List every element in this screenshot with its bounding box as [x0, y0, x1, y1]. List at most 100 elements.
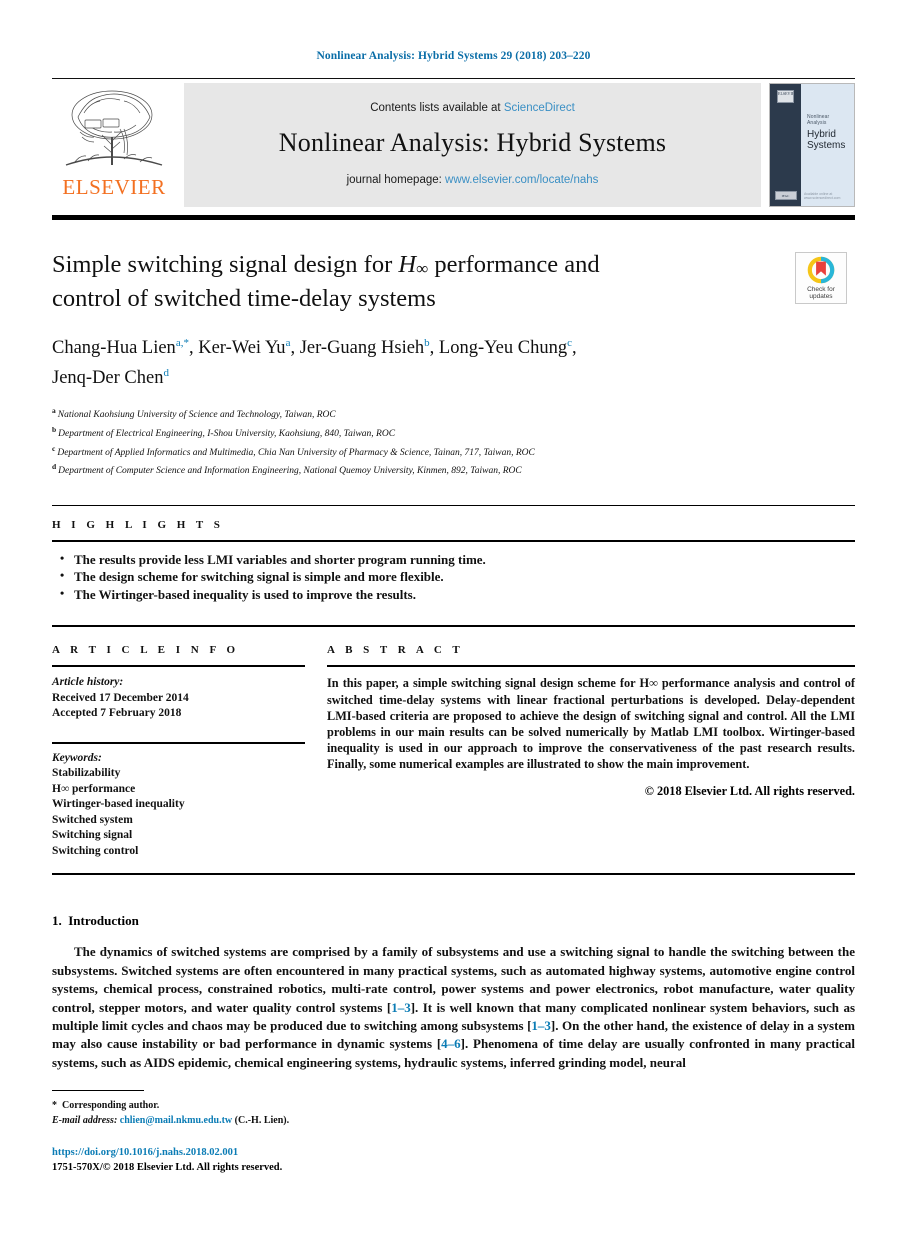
article-history-label: Article history: [52, 676, 124, 689]
keyword-item: H∞ performance [52, 782, 136, 795]
abstract-copyright: © 2018 Elsevier Ltd. All rights reserved… [644, 783, 855, 798]
elsevier-wordmark: ELSEVIER [62, 175, 166, 199]
list-item: The results provide less LMI variables a… [60, 550, 855, 569]
keyword-item: Wirtinger-based inequality [52, 798, 185, 811]
author-list: Chang-Hua Liena,*, Ker-Wei Yua, Jer-Guan… [52, 331, 783, 391]
article-info-heading: A R T I C L E I N F O [52, 644, 240, 657]
page-footer: https://doi.org/10.1016/j.nahs.2018.02.0… [52, 1146, 282, 1175]
affiliation-mark: d [52, 462, 57, 472]
cover-title: Hybrid Systems [807, 129, 849, 151]
highlights-list: The results provide less LMI variables a… [52, 550, 855, 604]
introduction-section: 1. Introduction The dynamics of switched… [52, 913, 855, 1072]
affiliation-item: d Department of Computer Science and Info… [52, 460, 783, 479]
abstract-heading: A B S T R A C T [327, 644, 464, 657]
cover-ifac-logo: IFAC [774, 191, 797, 200]
author-affiliation-marks[interactable]: a,* [176, 337, 189, 349]
cover-subtitle: Nonlinear Analysis [807, 114, 830, 126]
check-for-updates-button[interactable]: Check for updates [795, 252, 847, 304]
article-info-rule [52, 665, 305, 668]
cover-spine: ELSEVIER IFAC [770, 84, 801, 206]
corresponding-author-text: Corresponding author. [62, 1100, 160, 1112]
title-part-2: performance and [428, 251, 600, 278]
keyword-item: Switching signal [52, 829, 133, 842]
title-math-h: H [398, 251, 417, 278]
doi-link[interactable]: https://doi.org/10.1016/j.nahs.2018.02.0… [52, 1146, 282, 1161]
footnote-star: * [52, 1100, 57, 1112]
title-column: Simple switching signal design for H∞ pe… [52, 250, 795, 479]
author-item[interactable]: Ker-Wei Yua [198, 337, 290, 359]
affiliation-mark: c [52, 443, 56, 453]
keywords-label: Keywords: [52, 751, 102, 764]
article-info-column: A R T I C L E I N F O Article history: R… [52, 631, 327, 859]
reference-link[interactable]: 1–3 [391, 1000, 411, 1015]
homepage-prefix: journal homepage: [346, 174, 446, 186]
email-label: E-mail address: [52, 1115, 118, 1127]
abstract-rule [327, 665, 855, 668]
list-item: The Wirtinger-based inequality is used t… [60, 585, 855, 604]
email-link[interactable]: chlien@mail.nkmu.edu.tw [120, 1115, 232, 1126]
author-name: Long-Yeu Chung [438, 338, 568, 359]
highlights-top-rule [52, 504, 855, 506]
author-separator: , [188, 338, 199, 359]
article-history-block: Article history: Received 17 December 20… [52, 675, 305, 722]
author-item[interactable]: Jenq-Der Chend [52, 367, 169, 389]
running-head: Nonlinear Analysis: Hybrid Systems 29 (2… [316, 50, 591, 62]
info-abstract-top-rule [52, 625, 855, 628]
affiliation-text: Department of Computer Science and Infor… [58, 466, 522, 477]
keywords-block: Keywords: Stabilizability H∞ performance… [52, 741, 305, 860]
author-name: Chang-Hua Lien [52, 338, 176, 359]
footnote-rule [52, 1090, 144, 1092]
author-separator: , [571, 338, 577, 359]
cover-face: Nonlinear Analysis Hybrid Systems [801, 84, 854, 206]
affiliation-text: National Kaohsiung University of Science… [57, 410, 336, 421]
author-separator: , [429, 338, 439, 359]
author-affiliation-marks[interactable]: d [163, 367, 169, 379]
affiliation-list: a National Kaohsiung University of Scienc… [52, 404, 783, 479]
keywords-top-rule [52, 741, 305, 744]
author-name: Ker-Wei Yu [198, 338, 286, 359]
author-name: Jer-Guang Hsieh [299, 338, 425, 359]
crossmark-column: Check for updates [795, 250, 855, 479]
author-name: Jenq-Der Chen [52, 368, 164, 389]
info-abstract-bottom-rule [52, 873, 855, 876]
title-part-1: Simple switching signal design for [52, 251, 399, 278]
highlights-section: H I G H L I G H T S The results provide … [52, 504, 855, 604]
corresponding-author-note: * Corresponding author. [52, 1098, 855, 1113]
cover-title-line1: Hybrid [807, 129, 836, 140]
contents-prefix: Contents lists available at [370, 102, 504, 114]
affiliation-text: Department of Electrical Engineering, I-… [58, 429, 396, 440]
sciencedirect-link[interactable]: ScienceDirect [504, 102, 575, 114]
article-history-accepted: Accepted 7 February 2018 [52, 707, 182, 720]
keyword-item: Switching control [52, 844, 139, 857]
section-heading-introduction: 1. Introduction [52, 913, 855, 929]
affiliation-mark: a [52, 406, 56, 416]
journal-band: Contents lists available at ScienceDirec… [184, 83, 761, 207]
introduction-paragraph: The dynamics of switched systems are com… [52, 943, 855, 1072]
journal-homepage-link[interactable]: www.elsevier.com/locate/nahs [445, 174, 598, 186]
journal-masthead: ELSEVIER Contents lists available at Sci… [52, 78, 855, 207]
crossmark-label-line1: Check for [807, 285, 835, 293]
list-item: The design scheme for switching signal i… [60, 567, 855, 586]
abstract-text: In this paper, a simple switching signal… [327, 676, 855, 772]
masthead-bottom-rule [52, 215, 855, 220]
author-item[interactable]: Long-Yeu Chungc [438, 337, 572, 359]
crossmark-label-line2: updates [809, 293, 833, 300]
highlights-heading: H I G H L I G H T S [52, 518, 224, 531]
footnote-block: * Corresponding author. E-mail address: c… [52, 1090, 855, 1128]
section-number: 1. [52, 913, 62, 929]
reference-link[interactable]: 4–6 [441, 1036, 461, 1051]
title-line-2: control of switched time-delay systems [52, 285, 436, 312]
author-item[interactable]: Chang-Hua Liena,* [52, 337, 189, 359]
reference-link[interactable]: 1–3 [531, 1018, 551, 1033]
journal-title: Nonlinear Analysis: Hybrid Systems [278, 128, 667, 157]
author-item[interactable]: Jer-Guang Hsiehb [299, 337, 430, 359]
journal-homepage-line: journal homepage: www.elsevier.com/locat… [347, 174, 599, 186]
journal-cover-thumbnail[interactable]: ELSEVIER IFAC Nonlinear Analysis Hybrid … [769, 83, 855, 207]
cover-title-line2: Systems [807, 140, 846, 151]
abstract-column: A B S T R A C T In this paper, a simple … [327, 631, 855, 859]
elsevier-tree-icon [65, 90, 163, 166]
cover-footer-text: Available online at www.sciencedirect.co… [804, 192, 841, 200]
author-separator: , [290, 338, 300, 359]
affiliation-item: c Department of Applied Informatics and M… [52, 442, 783, 461]
title-math-infinity: ∞ [416, 259, 429, 278]
